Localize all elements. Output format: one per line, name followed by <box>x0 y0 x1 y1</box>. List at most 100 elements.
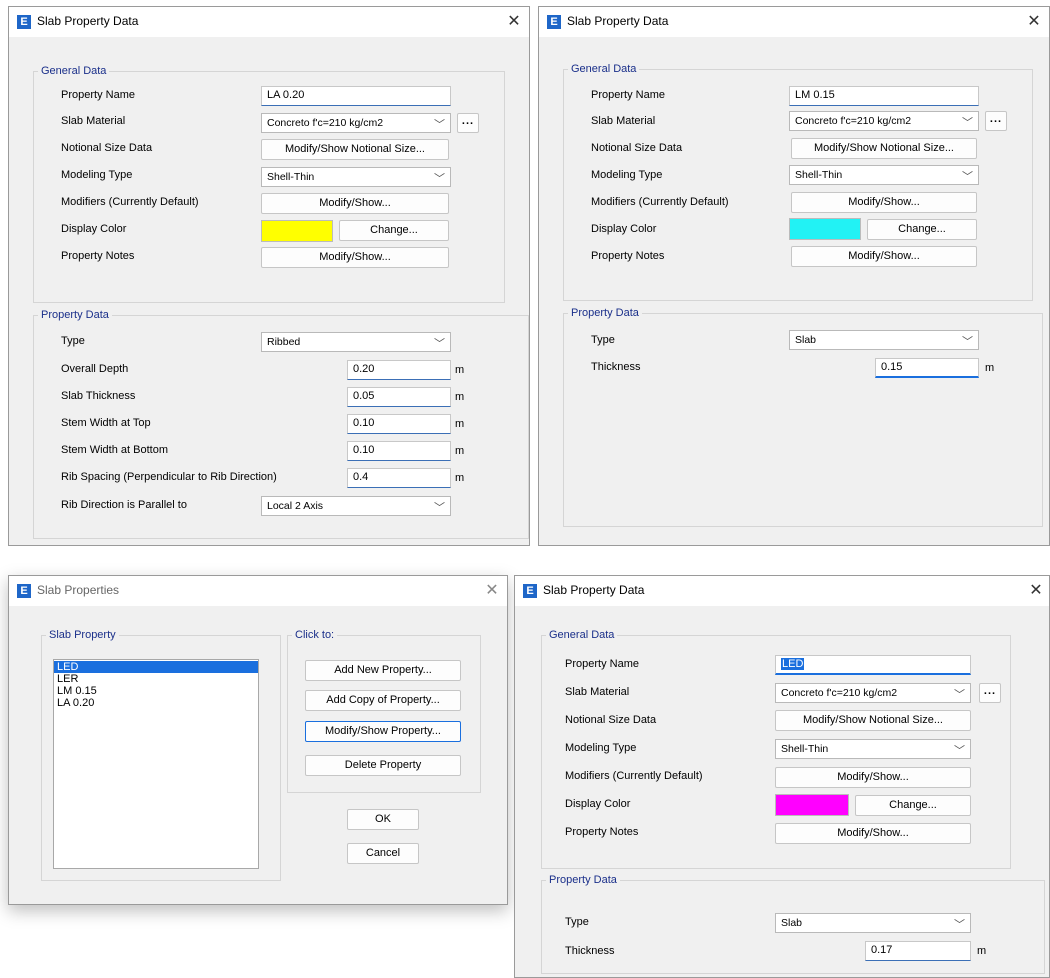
slab-material-select[interactable]: Concreto f'c=210 kg/cm2 ﹀ <box>789 111 979 131</box>
select-value: Slab <box>781 917 803 929</box>
close-icon[interactable]: ✕ <box>481 580 503 602</box>
window-title: Slab Property Data <box>543 583 645 597</box>
type-select[interactable]: Ribbed ﹀ <box>261 332 451 352</box>
slab-property-data-dialog-led: E Slab Property Data ✕ General Data Prop… <box>514 575 1050 978</box>
unit-label: m <box>455 364 465 376</box>
modify-notional-size-button[interactable]: Modify/Show Notional Size... <box>775 710 971 731</box>
delete-property-button[interactable]: Delete Property <box>305 755 461 776</box>
notes-modify-show-button[interactable]: Modify/Show... <box>261 247 449 268</box>
slab-material-label: Slab Material <box>591 115 656 127</box>
overall-depth-label: Overall Depth <box>61 363 129 375</box>
etabs-app-icon: E <box>547 15 561 29</box>
group-title: Property Data <box>549 874 617 886</box>
property-name-label: Property Name <box>61 89 135 101</box>
thickness-label: Thickness <box>565 945 615 957</box>
slab-material-select[interactable]: Concreto f'c=210 kg/cm2 ﹀ <box>775 683 971 703</box>
rib-direction-select[interactable]: Local 2 Axis ﹀ <box>261 496 451 516</box>
display-color-label: Display Color <box>565 798 631 810</box>
add-copy-property-button[interactable]: Add Copy of Property... <box>305 690 461 711</box>
property-name-input[interactable]: LED <box>775 655 971 675</box>
chevron-down-icon: ﹀ <box>434 119 445 131</box>
modifiers-label: Modifiers (Currently Default) <box>61 196 199 208</box>
notional-size-label: Notional Size Data <box>61 142 153 154</box>
unit-label: m <box>455 472 465 484</box>
chevron-down-icon: ﹀ <box>954 919 965 931</box>
ok-button[interactable]: OK <box>347 809 419 830</box>
close-icon[interactable]: ✕ <box>1023 11 1045 33</box>
type-label: Type <box>61 335 85 347</box>
group-title: Slab Property <box>49 629 116 641</box>
etabs-app-icon: E <box>17 584 31 598</box>
thickness-input[interactable]: 0.15 <box>875 358 979 378</box>
notes-modify-show-button[interactable]: Modify/Show... <box>791 246 977 267</box>
close-icon[interactable]: ✕ <box>1025 580 1047 602</box>
modifiers-modify-show-button[interactable]: Modify/Show... <box>791 192 977 213</box>
select-value: Concreto f'c=210 kg/cm2 <box>781 687 898 699</box>
window-title: Slab Property Data <box>37 14 139 28</box>
change-color-button[interactable]: Change... <box>339 220 449 241</box>
modeling-type-select[interactable]: Shell-Thin ﹀ <box>789 165 979 185</box>
modeling-type-select[interactable]: Shell-Thin ﹀ <box>261 167 451 187</box>
type-select[interactable]: Slab ﹀ <box>789 330 979 350</box>
window-title: Slab Property Data <box>567 14 669 28</box>
notes-modify-show-button[interactable]: Modify/Show... <box>775 823 971 844</box>
property-name-input[interactable]: LM 0.15 <box>789 86 979 106</box>
add-new-property-button[interactable]: Add New Property... <box>305 660 461 681</box>
select-value: Concreto f'c=210 kg/cm2 <box>795 115 912 127</box>
modifiers-modify-show-button[interactable]: Modify/Show... <box>261 193 449 214</box>
modeling-type-select[interactable]: Shell-Thin ﹀ <box>775 739 971 759</box>
slab-material-select[interactable]: Concreto f'c=210 kg/cm2 ﹀ <box>261 113 451 133</box>
slab-thickness-input[interactable]: 0.05 <box>347 387 451 407</box>
modifiers-modify-show-button[interactable]: Modify/Show... <box>775 767 971 788</box>
select-value: Concreto f'c=210 kg/cm2 <box>267 117 384 129</box>
list-item[interactable]: LER <box>54 673 258 685</box>
group-title: General Data <box>41 65 107 77</box>
title-bar[interactable]: E Slab Property Data ✕ <box>515 576 1049 606</box>
select-value: Local 2 Axis <box>267 500 324 512</box>
modify-notional-size-button[interactable]: Modify/Show Notional Size... <box>261 139 449 160</box>
select-value: Shell-Thin <box>781 743 829 755</box>
property-name-input[interactable]: LA 0.20 <box>261 86 451 106</box>
title-bar[interactable]: E Slab Properties ✕ <box>9 576 507 606</box>
change-color-button[interactable]: Change... <box>855 795 971 816</box>
title-bar[interactable]: E Slab Property Data ✕ <box>9 7 529 37</box>
modify-show-property-button[interactable]: Modify/Show Property... <box>305 721 461 742</box>
slab-properties-dialog: E Slab Properties ✕ Slab Property LED LE… <box>8 575 508 905</box>
title-bar[interactable]: E Slab Property Data ✕ <box>539 7 1049 37</box>
property-notes-label: Property Notes <box>591 250 665 262</box>
thickness-label: Thickness <box>591 361 641 373</box>
material-more-button[interactable]: ... <box>457 113 479 133</box>
chevron-down-icon: ﹀ <box>962 117 973 129</box>
unit-label: m <box>985 362 995 374</box>
group-title: General Data <box>571 63 637 75</box>
display-color-label: Display Color <box>591 223 657 235</box>
stem-width-bottom-input[interactable]: 0.10 <box>347 441 451 461</box>
modeling-type-label: Modeling Type <box>565 742 637 754</box>
slab-property-list[interactable]: LED LER LM 0.15 LA 0.20 <box>53 659 259 869</box>
stem-width-top-input[interactable]: 0.10 <box>347 414 451 434</box>
type-select[interactable]: Slab ﹀ <box>775 913 971 933</box>
thickness-input[interactable]: 0.17 <box>865 941 971 961</box>
change-color-button[interactable]: Change... <box>867 219 977 240</box>
slab-material-label: Slab Material <box>565 686 630 698</box>
select-value: Ribbed <box>267 336 301 348</box>
modify-notional-size-button[interactable]: Modify/Show Notional Size... <box>791 138 977 159</box>
overall-depth-input[interactable]: 0.20 <box>347 360 451 380</box>
list-item[interactable]: LED <box>54 661 258 673</box>
chevron-down-icon: ﹀ <box>962 171 973 183</box>
rib-spacing-input[interactable]: 0.4 <box>347 468 451 488</box>
rib-spacing-label: Rib Spacing (Perpendicular to Rib Direct… <box>61 471 277 483</box>
list-item[interactable]: LA 0.20 <box>54 697 258 709</box>
selected-text: LED <box>781 658 805 670</box>
slab-thickness-label: Slab Thickness <box>61 390 136 402</box>
cancel-button[interactable]: Cancel <box>347 843 419 864</box>
close-icon[interactable]: ✕ <box>503 11 525 33</box>
slab-property-data-dialog-ribbed: E Slab Property Data ✕ General Data Prop… <box>8 6 530 546</box>
property-notes-label: Property Notes <box>565 826 639 838</box>
chevron-down-icon: ﹀ <box>434 502 445 514</box>
list-item[interactable]: LM 0.15 <box>54 685 258 697</box>
material-more-button[interactable]: ... <box>985 111 1007 131</box>
material-more-button[interactable]: ... <box>979 683 1001 703</box>
window-title: Slab Properties <box>37 583 120 597</box>
stem-width-bottom-label: Stem Width at Bottom <box>61 444 168 456</box>
